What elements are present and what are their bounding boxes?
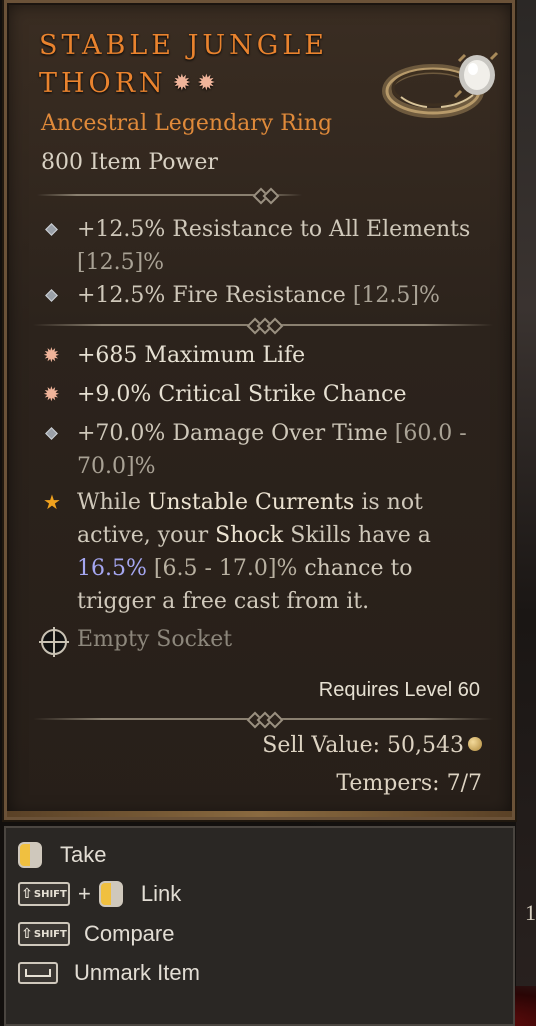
greater-affix-mark-icon: ✹: [197, 71, 216, 96]
greater-affix-mark-icon: ✹: [172, 71, 192, 96]
divider: [37, 187, 302, 205]
space-key-icon: [18, 962, 58, 984]
action-label: Link: [140, 881, 182, 906]
game-screen: 1 Stable Jungle Thorn ✹ ✹ Ancestral Legend…: [0, 0, 536, 1026]
affix-stat: +70.0% Damage Over Time [60.0 - 70.0]%: [41, 417, 481, 483]
stat-text: +12.5% Resistance to All Elements: [77, 217, 471, 242]
aspect-keyword: Shock: [215, 523, 284, 548]
requires-level: Requires Level 60: [318, 679, 480, 701]
affix-stat: ✹ +9.0% Critical Strike Chance: [41, 378, 481, 411]
aspect-skill-name: Unstable Currents: [147, 490, 355, 515]
socket-icon: [39, 627, 69, 657]
item-name-line2: Thorn: [39, 68, 167, 99]
implicit-stat: +12.5% Resistance to All Elements [12.5]%: [41, 213, 481, 279]
shift-key-icon: ⇧ SHIFT: [18, 922, 70, 946]
divider: [33, 317, 493, 335]
socket-label: Empty Socket: [77, 627, 233, 652]
divider: [33, 711, 493, 729]
legendary-star-icon: ★: [43, 490, 61, 514]
divider-diamond-icon: [262, 187, 280, 205]
item-type: Ancestral Legendary Ring: [41, 111, 333, 136]
aspect-text: Skills have a: [290, 523, 431, 548]
aspect-range: [6.5 - 17.0]%: [153, 556, 298, 581]
action-label: Compare: [84, 921, 175, 946]
item-tooltip: Stable Jungle Thorn ✹ ✹ Ancestral Legendar…: [4, 0, 515, 820]
action-label: Unmark Item: [74, 960, 200, 985]
action-unmark-item[interactable]: Unmark Item: [18, 956, 200, 990]
action-link[interactable]: ⇧ SHIFT + Link: [18, 877, 181, 911]
action-label: Take: [60, 842, 107, 867]
item-name: Stable Jungle Thorn ✹ ✹: [39, 27, 369, 103]
ring-icon: [382, 51, 499, 118]
shift-key-icon: ⇧ SHIFT: [18, 882, 70, 906]
plus-sign: +: [78, 881, 91, 906]
mouse-left-click-icon: [98, 881, 123, 907]
stat-text: +685 Maximum Life: [77, 343, 306, 368]
actions-panel: Take ⇧ SHIFT + Link ⇧ SHIFT Compare Unmark…: [4, 826, 515, 1026]
item-power: 800 Item Power: [41, 150, 218, 175]
stat-text: +70.0% Damage Over Time: [77, 421, 388, 446]
background-scenery: [516, 0, 536, 1026]
mouse-left-click-icon: [18, 842, 42, 868]
aspect-text: While: [77, 490, 141, 515]
affix-stat: ✹ +685 Maximum Life: [41, 339, 481, 372]
sell-value: Sell Value: 50,543: [262, 733, 482, 758]
gold-coin-icon: [468, 737, 482, 751]
greater-affix-icon: ✹: [43, 343, 60, 367]
sell-value-text: Sell Value: 50,543: [262, 733, 464, 758]
divider-diamond-icon: [266, 711, 284, 729]
stat-text: +12.5% Fire Resistance: [77, 283, 346, 308]
legendary-aspect: ★ While Unstable Currents is not active,…: [41, 486, 481, 618]
item-name-line1: Stable Jungle: [39, 30, 329, 61]
background-partial-text: 1: [525, 900, 536, 925]
action-take[interactable]: Take: [18, 838, 106, 872]
implicit-stat: +12.5% Fire Resistance [12.5]%: [41, 279, 481, 312]
tempers: Tempers: 7/7: [336, 771, 482, 796]
greater-affix-icon: ✹: [43, 382, 60, 406]
divider-diamond-icon: [266, 317, 284, 335]
action-compare[interactable]: ⇧ SHIFT Compare: [18, 917, 174, 951]
stat-range: [12.5]%: [77, 250, 165, 275]
stat-range: [12.5]%: [352, 283, 440, 308]
stat-text: +9.0% Critical Strike Chance: [77, 382, 407, 407]
aspect-value: 16.5%: [77, 556, 147, 581]
